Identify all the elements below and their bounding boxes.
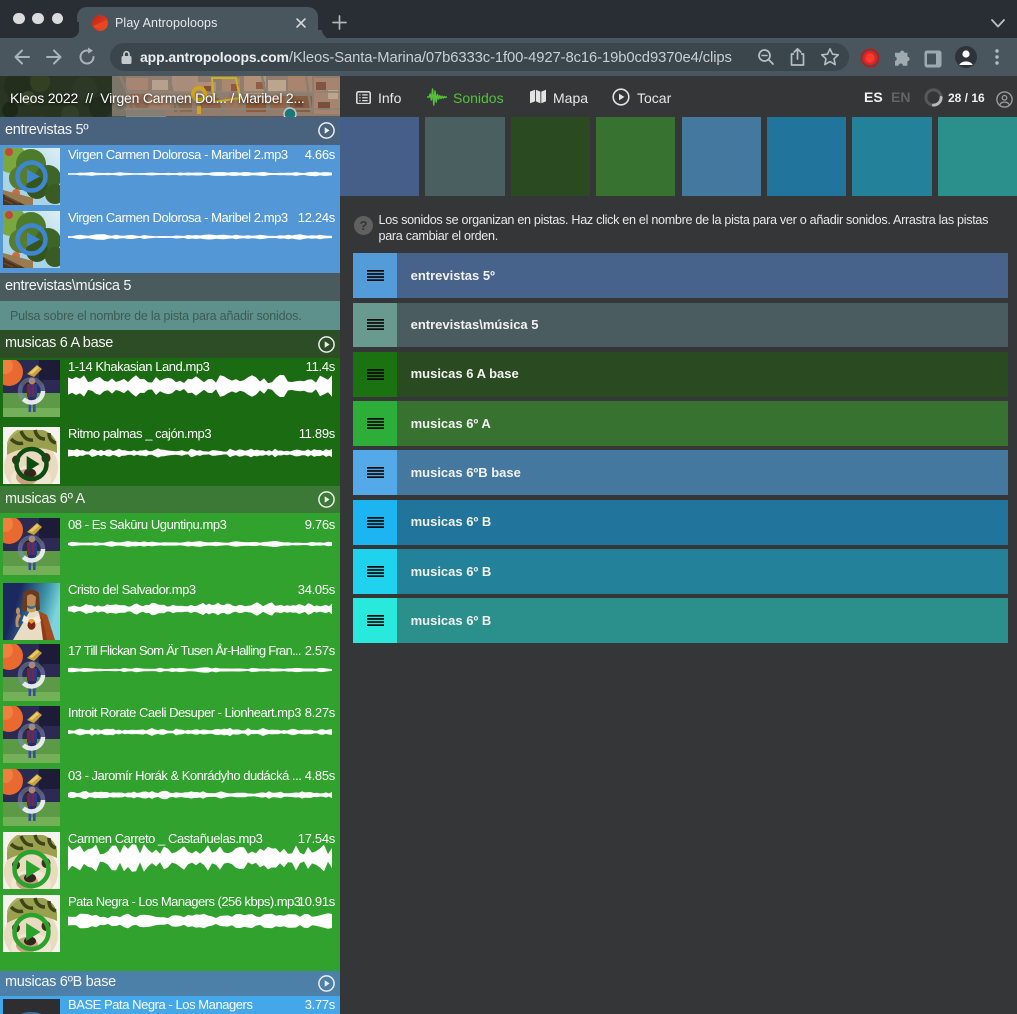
svg-text:?: ?	[360, 218, 368, 233]
